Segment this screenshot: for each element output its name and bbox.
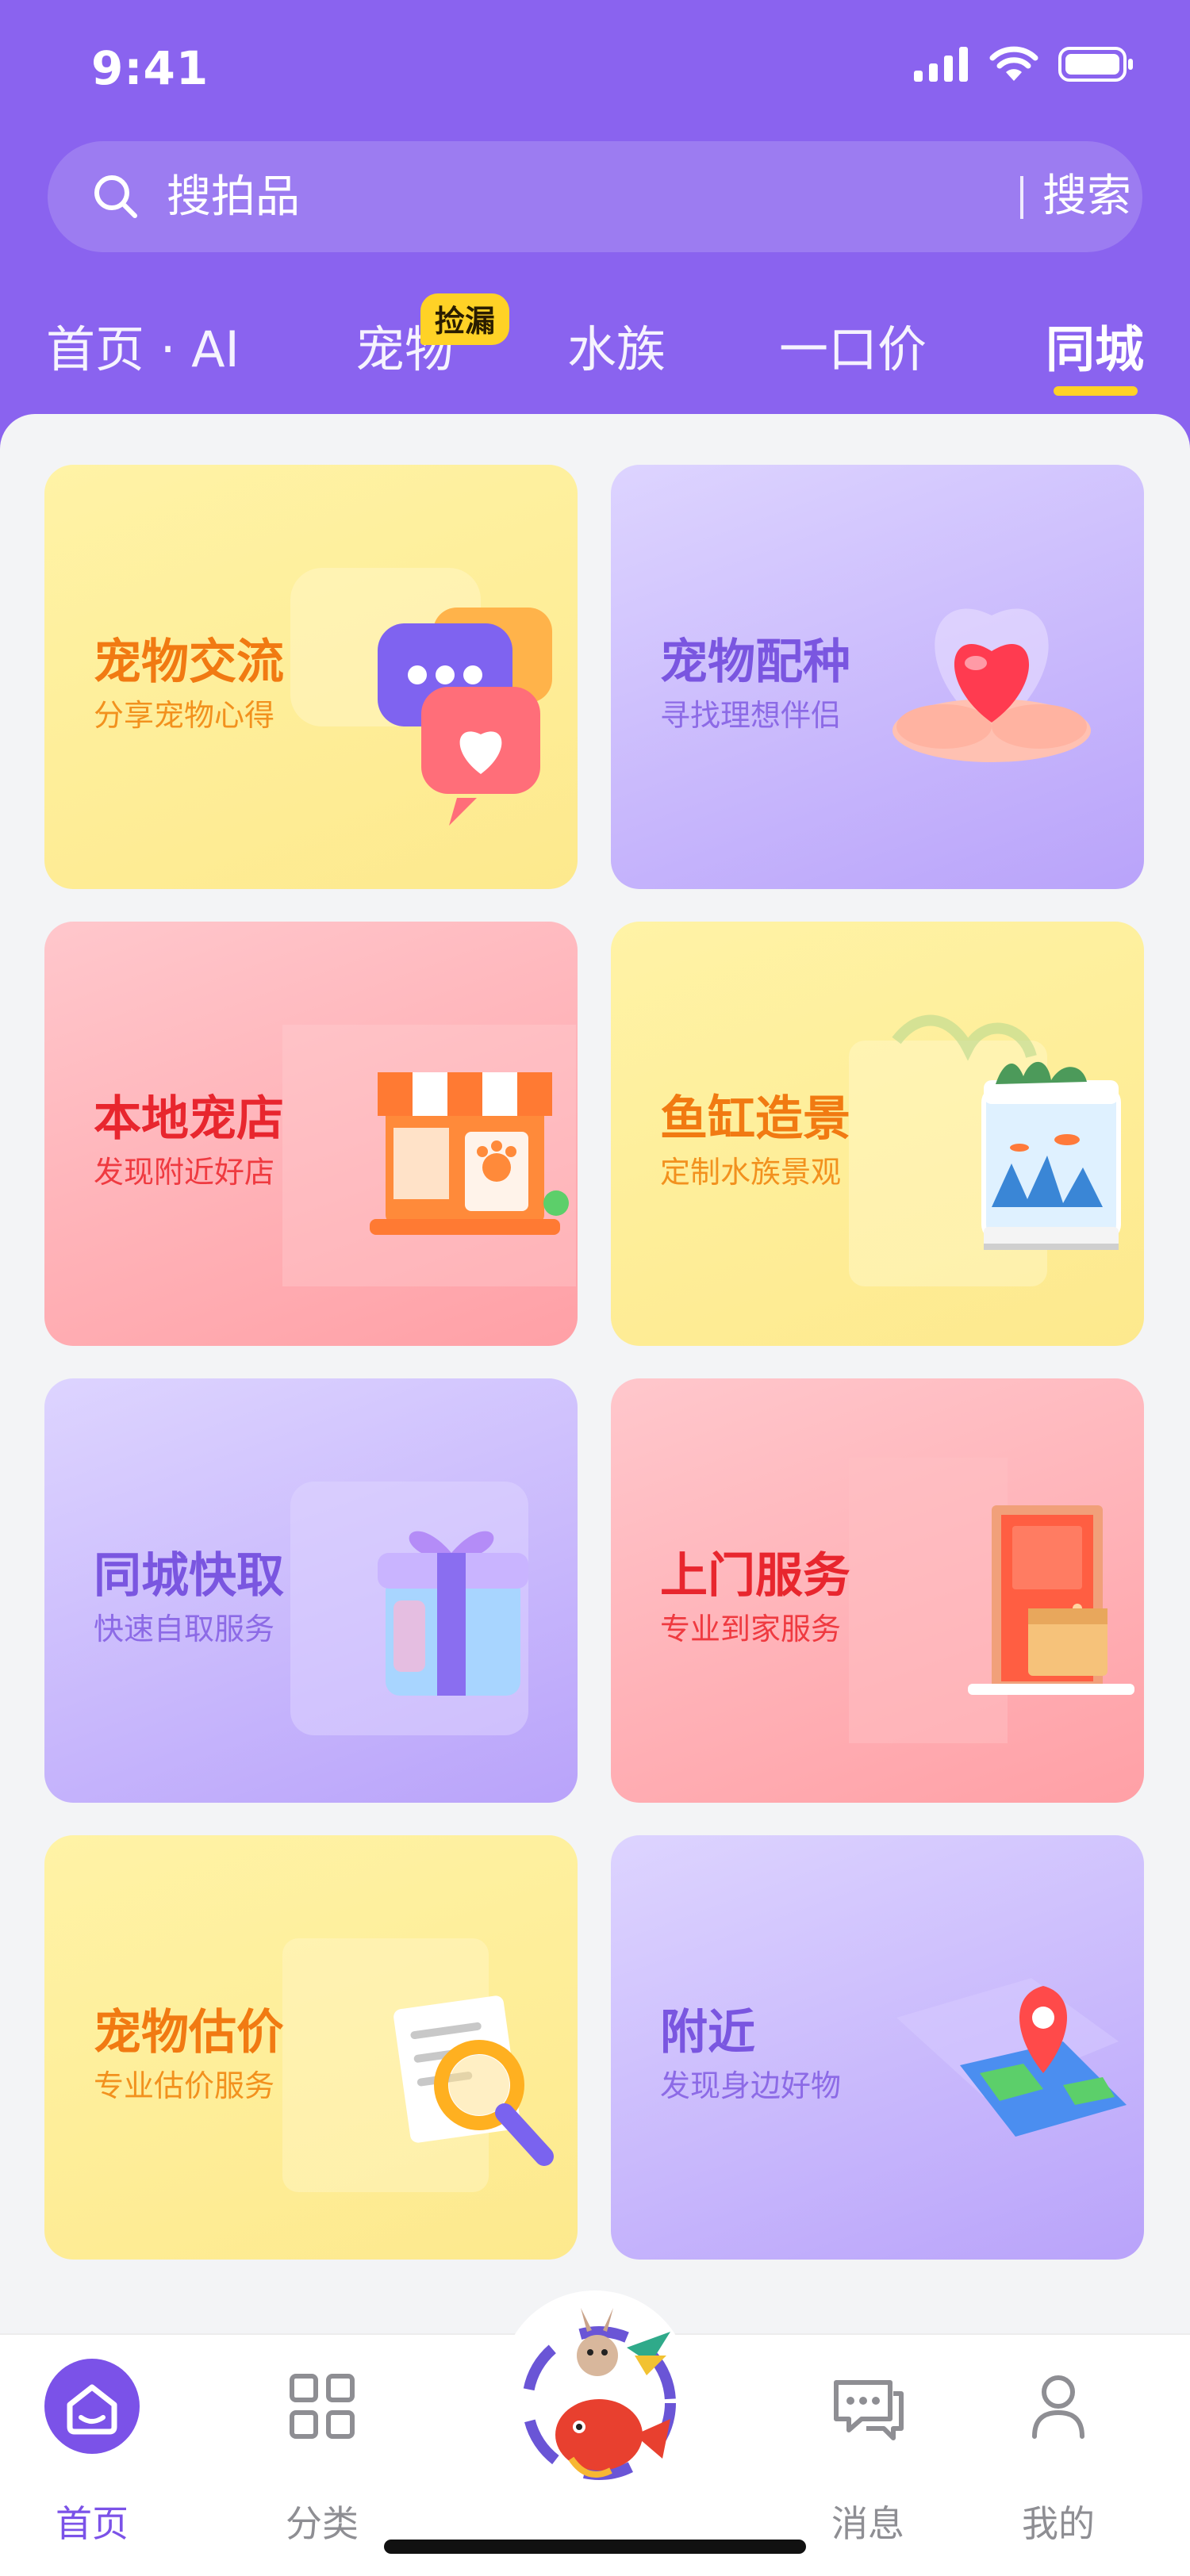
card-title: 附近 — [660, 2005, 755, 2060]
content-area: 宠物交流 分享宠物心得 宠物配种 寻找理想伴侣 本地宠店 发现附近好店 鱼缸造景… — [0, 414, 1190, 2333]
category-tabs: 首页 · AI 宠物 捡漏 水族 一口价 同城 — [0, 293, 1190, 412]
card-pet-chat[interactable]: 宠物交流 分享宠物心得 — [44, 465, 578, 889]
card-subtitle: 专业估价服务 — [94, 2068, 275, 2103]
status-bar: 9:41 — [0, 0, 1190, 135]
nav-home-label: 首页 — [56, 2502, 129, 2545]
active-tab-indicator — [1054, 386, 1138, 396]
card-subtitle: 定制水族景观 — [660, 1155, 842, 1190]
pet-store-icon — [282, 1025, 576, 1286]
status-time: 9:41 — [91, 41, 209, 95]
nav-category-label: 分类 — [286, 2502, 359, 2545]
grid-icon — [290, 2374, 355, 2439]
aquarium-icon — [849, 1014, 1121, 1286]
chat-bubbles-icon — [290, 568, 552, 826]
door-package-icon — [849, 1458, 1134, 1743]
card-title: 本地宠店 — [94, 1091, 284, 1147]
tab-home-ai[interactable]: 首页 · AI — [46, 309, 240, 381]
nav-profile-label: 我的 — [1022, 2502, 1095, 2545]
message-icon — [834, 2380, 904, 2440]
gift-box-icon — [290, 1482, 528, 1735]
search-input[interactable] — [167, 141, 960, 252]
card-aquarium-landscape[interactable]: 鱼缸造景 定制水族景观 — [611, 922, 1144, 1346]
tab-fixed-price[interactable]: 一口价 — [779, 309, 927, 381]
card-nearby[interactable]: 附近 发现身边好物 — [611, 1835, 1144, 2260]
card-pet-appraisal[interactable]: 宠物估价 专业估价服务 — [44, 1835, 578, 2260]
card-subtitle: 寻找理想伴侣 — [660, 698, 842, 733]
battery-icon — [1058, 47, 1133, 82]
heart-hands-icon — [892, 608, 1091, 762]
status-icons — [914, 46, 1134, 82]
mascot-logo-icon[interactable] — [508, 2300, 690, 2522]
cellular-signal-icon — [914, 47, 968, 82]
wifi-icon — [989, 46, 1038, 81]
home-icon — [44, 2359, 140, 2454]
search-button[interactable]: 搜索 — [1042, 141, 1131, 252]
card-title: 上门服务 — [660, 1548, 850, 1604]
map-pin-icon — [896, 1978, 1127, 2137]
card-subtitle: 发现身边好物 — [660, 2068, 842, 2103]
card-subtitle: 分享宠物心得 — [94, 698, 275, 733]
card-same-city-pickup[interactable]: 同城快取 快速自取服务 — [44, 1378, 578, 1803]
search-divider — [1020, 176, 1023, 219]
card-pet-breeding[interactable]: 宠物配种 寻找理想伴侣 — [611, 465, 1144, 889]
search-bar[interactable]: 搜索 — [48, 141, 1142, 252]
card-title: 宠物估价 — [94, 2005, 284, 2060]
appraisal-magnifier-icon — [282, 1938, 554, 2192]
home-indicator — [384, 2540, 806, 2554]
profile-icon — [1032, 2375, 1084, 2439]
tab-pets-badge: 捡漏 — [420, 293, 510, 345]
card-subtitle: 专业到家服务 — [660, 1612, 842, 1646]
tab-aquatics[interactable]: 水族 — [567, 309, 666, 381]
card-home-service[interactable]: 上门服务 专业到家服务 — [611, 1378, 1144, 1803]
header: 9:41 搜索 — [0, 0, 1190, 476]
nav-messages-label: 消息 — [831, 2502, 904, 2545]
card-subtitle: 发现附近好店 — [94, 1155, 275, 1190]
card-title: 鱼缸造景 — [660, 1091, 850, 1147]
search-icon — [94, 175, 137, 218]
card-title: 同城快取 — [94, 1548, 284, 1604]
card-title: 宠物交流 — [94, 634, 284, 690]
tab-same-city[interactable]: 同城 — [1046, 309, 1144, 381]
card-subtitle: 快速自取服务 — [94, 1612, 275, 1646]
card-title: 宠物配种 — [660, 634, 850, 690]
card-local-pet-store[interactable]: 本地宠店 发现附近好店 — [44, 922, 578, 1346]
